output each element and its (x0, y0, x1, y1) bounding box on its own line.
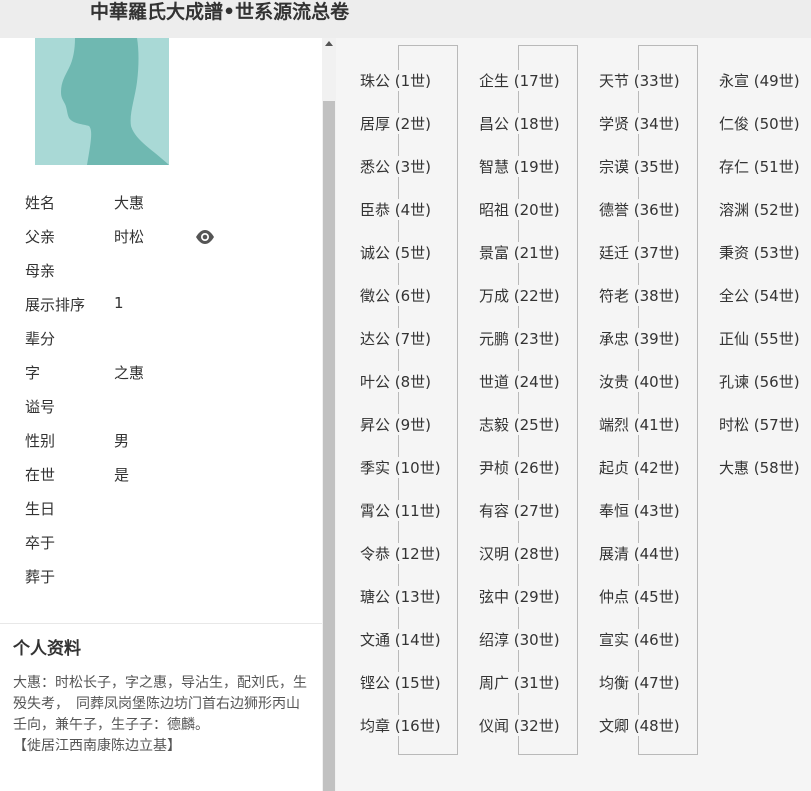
ancestor-link[interactable]: 宗谟 (35世) (597, 156, 682, 177)
ancestor-link[interactable]: 元鹏 (23世) (477, 328, 562, 349)
ancestor-link[interactable]: 居厚 (2世) (358, 113, 434, 134)
ancestor-link[interactable]: 文通 (14世) (358, 629, 443, 650)
ancestor-link[interactable]: 大惠 (58世) (717, 457, 802, 478)
ancestor-link[interactable]: 廷迁 (37世) (597, 242, 682, 263)
ancestor-link[interactable]: 徵公 (6世) (358, 285, 434, 306)
ancestor-link[interactable]: 存仁 (51世) (717, 156, 802, 177)
ancestor-link[interactable]: 臣恭 (4世) (358, 199, 434, 220)
ancestor-link[interactable]: 瑭公 (13世) (358, 586, 443, 607)
ancestor-link[interactable]: 弦中 (29世) (477, 586, 562, 607)
ancestor-link[interactable]: 季实 (10世) (358, 457, 443, 478)
ancestor-link[interactable]: 志毅 (25世) (477, 414, 562, 435)
ancestor-link[interactable]: 昇公 (9世) (358, 414, 434, 435)
ancestor-link[interactable]: 珠公 (1世) (358, 70, 434, 91)
ancestor-link[interactable]: 展清 (44世) (597, 543, 682, 564)
bio-text: 大惠：时松长子，字之惠，导沾生，配刘氏，生殁失考， 同葬凤岗堡陈边坊门首右边狮形… (13, 675, 307, 733)
ancestor-link[interactable]: 秉资 (53世) (717, 242, 802, 263)
person-detail-panel: 姓名 大惠 父亲 时松 母亲 展示排序 1 辈分 字 之惠 谥号 性别 男 在世… (0, 38, 322, 791)
ancestor-link[interactable]: 学贤 (34世) (597, 113, 682, 134)
ancestor-link[interactable]: 宣实 (46世) (597, 629, 682, 650)
ancestor-link[interactable]: 德誉 (36世) (597, 199, 682, 220)
ancestor-link[interactable]: 绍淳 (30世) (477, 629, 562, 650)
ancestor-link[interactable]: 均衡 (47世) (597, 672, 682, 693)
ancestor-link[interactable]: 仲点 (45世) (597, 586, 682, 607)
bio-note: 【徙居江西南康陈边立基】 (13, 738, 181, 754)
eye-icon[interactable] (195, 229, 215, 245)
ancestor-link[interactable]: 承忠 (39世) (597, 328, 682, 349)
ancestor-link[interactable]: 时松 (57世) (717, 414, 802, 435)
scroll-up-arrow-icon[interactable] (325, 41, 333, 46)
ancestor-link[interactable]: 昭祖 (20世) (477, 199, 562, 220)
ancestor-link[interactable]: 天节 (33世) (597, 70, 682, 91)
ancestor-link[interactable]: 均章 (16世) (358, 715, 443, 736)
avatar (35, 38, 169, 165)
ancestor-link[interactable]: 仪闻 (32世) (477, 715, 562, 736)
ancestor-link[interactable]: 智慧 (19世) (477, 156, 562, 177)
ancestor-link[interactable]: 全公 (54世) (717, 285, 802, 306)
ancestor-link[interactable]: 尹桢 (26世) (477, 457, 562, 478)
ancestor-link[interactable]: 奉恒 (43世) (597, 500, 682, 521)
ancestor-link[interactable]: 汉明 (28世) (477, 543, 562, 564)
ancestor-link[interactable]: 霄公 (11世) (358, 500, 443, 521)
section-divider (0, 623, 322, 624)
ancestor-link[interactable]: 永宣 (49世) (717, 70, 802, 91)
ancestor-link[interactable]: 正仙 (55世) (717, 328, 802, 349)
ancestor-link[interactable]: 溶渊 (52世) (717, 199, 802, 220)
ancestor-link[interactable]: 令恭 (12世) (358, 543, 443, 564)
ancestor-link[interactable]: 景富 (21世) (477, 242, 562, 263)
scrollbar-thumb[interactable] (323, 101, 335, 791)
vertical-scrollbar[interactable] (322, 38, 336, 791)
ancestor-link[interactable]: 文卿 (48世) (597, 715, 682, 736)
ancestor-link[interactable]: 达公 (7世) (358, 328, 434, 349)
ancestor-link[interactable]: 企生 (17世) (477, 70, 562, 91)
header-bar: 中華羅氏大成譜•世系源流总卷 (0, 0, 811, 38)
ancestor-link[interactable]: 世道 (24世) (477, 371, 562, 392)
ancestor-link[interactable]: 仁俊 (50世) (717, 113, 802, 134)
person-silhouette-icon (61, 38, 169, 165)
ancestor-link[interactable]: 铿公 (15世) (358, 672, 443, 693)
ancestor-link[interactable]: 悉公 (3世) (358, 156, 434, 177)
ancestor-link[interactable]: 周广 (31世) (477, 672, 562, 693)
ancestor-link[interactable]: 诚公 (5世) (358, 242, 434, 263)
ancestor-link[interactable]: 有容 (27世) (477, 500, 562, 521)
ancestor-link[interactable]: 昌公 (18世) (477, 113, 562, 134)
ancestor-link[interactable]: 起贞 (42世) (597, 457, 682, 478)
ancestor-link[interactable]: 孔谏 (56世) (717, 371, 802, 392)
ancestor-link[interactable]: 叶公 (8世) (358, 371, 434, 392)
ancestor-link[interactable]: 万成 (22世) (477, 285, 562, 306)
ancestor-link[interactable]: 汝贵 (40世) (597, 371, 682, 392)
page-title: 中華羅氏大成譜•世系源流总卷 (90, 1, 350, 23)
lineage-panel: 珠公 (1世) 居厚 (2世) 悉公 (3世) 臣恭 (4世) 诚公 (5世) 徵公 (6… (336, 38, 811, 791)
profile-bio: 大惠：时松长子，字之惠，导沾生，配刘氏，生殁失考， 同葬凤岗堡陈边坊门首右边狮形… (13, 673, 309, 757)
ancestor-link[interactable]: 端烈 (41世) (597, 414, 682, 435)
ancestor-link[interactable]: 符老 (38世) (597, 285, 682, 306)
profile-section-title: 个人资料 (13, 639, 81, 659)
